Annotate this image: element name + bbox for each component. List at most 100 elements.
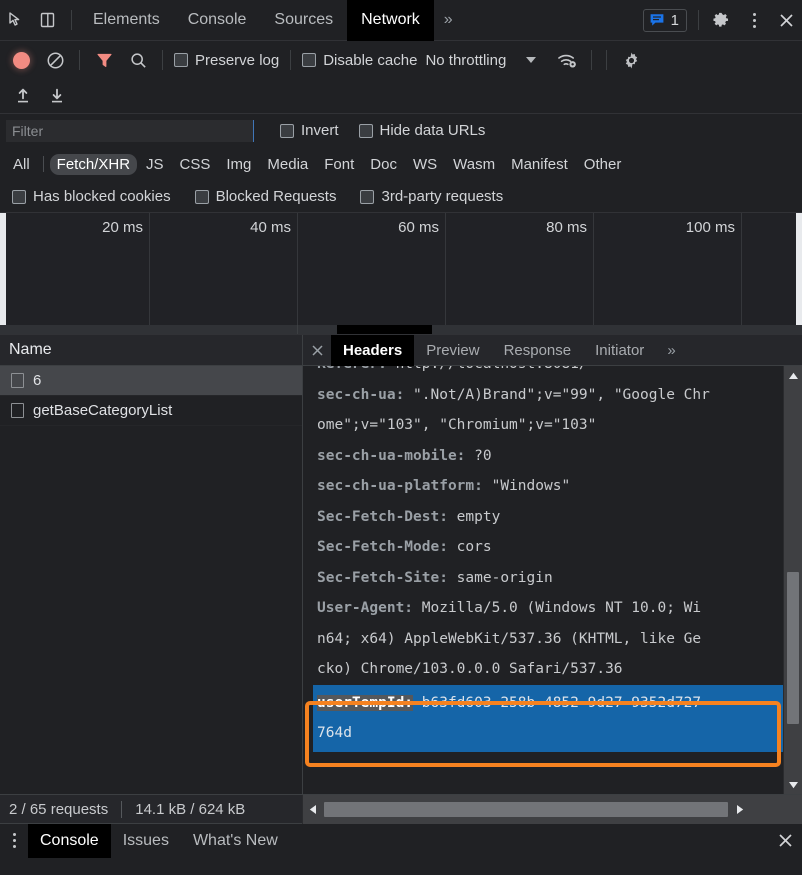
type-filter-wasm[interactable]: Wasm bbox=[446, 154, 502, 175]
devtools-window: Elements Console Sources Network » 1 Pre… bbox=[0, 0, 802, 875]
disable-cache-checkbox[interactable]: Disable cache bbox=[298, 52, 421, 69]
scroll-right-arrow-icon[interactable] bbox=[730, 795, 749, 824]
type-filter-ws[interactable]: WS bbox=[406, 154, 444, 175]
tab-preview[interactable]: Preview bbox=[414, 335, 491, 366]
more-vertical-icon[interactable] bbox=[0, 824, 28, 858]
preserve-log-checkbox[interactable]: Preserve log bbox=[170, 52, 283, 69]
horizontal-scrollbar[interactable] bbox=[302, 794, 802, 824]
blocked-requests-checkbox[interactable]: Blocked Requests bbox=[191, 188, 341, 205]
cursor-select-icon[interactable] bbox=[0, 4, 32, 36]
invert-label: Invert bbox=[301, 122, 339, 139]
record-circle-icon[interactable] bbox=[4, 43, 38, 77]
network-overview-timeline[interactable]: 20 ms 40 ms 60 ms 80 ms 100 ms bbox=[0, 213, 802, 335]
type-filter-manifest[interactable]: Manifest bbox=[504, 154, 575, 175]
has-blocked-cookies-checkbox[interactable]: Has blocked cookies bbox=[8, 188, 175, 205]
chevron-down-icon[interactable] bbox=[526, 57, 537, 63]
close-icon[interactable] bbox=[770, 4, 802, 36]
tab-initiator[interactable]: Initiator bbox=[583, 335, 656, 366]
disable-cache-box bbox=[302, 53, 317, 67]
import-har-icon[interactable] bbox=[6, 79, 40, 113]
header-value: empty bbox=[447, 508, 501, 525]
more-tabs-icon[interactable]: » bbox=[434, 0, 463, 41]
header-line-cont[interactable]: 764d bbox=[313, 718, 802, 752]
scroll-down-arrow-icon[interactable] bbox=[784, 775, 802, 794]
export-har-icon[interactable] bbox=[40, 79, 74, 113]
request-list-pane: Name 6 getBaseCategoryList bbox=[0, 335, 302, 794]
third-party-requests-label: 3rd-party requests bbox=[381, 188, 504, 205]
tab-response[interactable]: Response bbox=[492, 335, 584, 366]
type-filter-img[interactable]: Img bbox=[219, 154, 258, 175]
overview-left-handle[interactable] bbox=[0, 213, 6, 334]
third-party-requests-box bbox=[360, 189, 375, 204]
overview-tick-40ms: 40 ms bbox=[250, 219, 291, 236]
third-party-requests-checkbox[interactable]: 3rd-party requests bbox=[356, 188, 507, 205]
overview-tick-20ms: 20 ms bbox=[102, 219, 143, 236]
header-value: n64; x64) AppleWebKit/537.36 (KHTML, lik… bbox=[317, 630, 702, 647]
header-line: Referer: http://localhost:8081/ bbox=[317, 366, 802, 380]
search-icon[interactable] bbox=[121, 43, 155, 77]
type-filter-js[interactable]: JS bbox=[139, 154, 171, 175]
header-line: User-Agent: Mozilla/5.0 (Windows NT 10.0… bbox=[317, 593, 802, 624]
network-conditions-icon[interactable] bbox=[550, 43, 584, 77]
type-filter-row: All Fetch/XHR JS CSS Img Media Font Doc … bbox=[0, 147, 802, 181]
filter-input[interactable] bbox=[6, 119, 254, 142]
tab-console[interactable]: Console bbox=[174, 0, 261, 41]
header-value: http://localhost:8081/ bbox=[387, 366, 588, 372]
header-value: same-origin bbox=[447, 569, 553, 586]
blocked-requests-label: Blocked Requests bbox=[215, 188, 337, 205]
gear-icon[interactable] bbox=[706, 4, 738, 36]
request-column-header-name[interactable]: Name bbox=[0, 335, 302, 366]
type-filter-css[interactable]: CSS bbox=[173, 154, 218, 175]
drawer-tab-whats-new[interactable]: What's New bbox=[181, 824, 290, 858]
request-detail-pane: Headers Preview Response Initiator » Ref… bbox=[302, 334, 802, 794]
clear-no-entry-icon[interactable] bbox=[38, 43, 72, 77]
header-line: Sec-Fetch-Site: same-origin bbox=[317, 563, 802, 594]
type-filter-font[interactable]: Font bbox=[317, 154, 361, 175]
hide-data-urls-checkbox[interactable]: Hide data URLs bbox=[355, 122, 490, 139]
table-row[interactable]: 6 bbox=[0, 366, 302, 396]
type-filter-fetch-xhr[interactable]: Fetch/XHR bbox=[49, 153, 138, 175]
tab-sources[interactable]: Sources bbox=[260, 0, 347, 41]
message-badge[interactable]: 1 bbox=[642, 8, 687, 32]
scroll-left-arrow-icon[interactable] bbox=[303, 795, 322, 824]
drawer-tab-console[interactable]: Console bbox=[28, 823, 111, 858]
has-blocked-cookies-box bbox=[12, 189, 26, 204]
request-type-icon bbox=[11, 403, 24, 418]
header-name: userTempId: bbox=[317, 694, 414, 711]
message-badge-icon bbox=[649, 12, 665, 28]
more-vertical-icon[interactable] bbox=[738, 4, 770, 36]
close-icon[interactable] bbox=[768, 824, 802, 858]
header-line-usertempid[interactable]: userTempId: b63fd603-258b-4852-9d27-9352… bbox=[313, 684, 802, 718]
horizontal-scrollbar-thumb[interactable] bbox=[324, 801, 728, 817]
type-filter-doc[interactable]: Doc bbox=[363, 154, 404, 175]
table-row[interactable]: getBaseCategoryList bbox=[0, 396, 302, 426]
overview-tick-80ms: 80 ms bbox=[546, 219, 587, 236]
header-value: Mozilla/5.0 (Windows NT 10.0; Wi bbox=[413, 600, 702, 616]
tabbar-divider-2 bbox=[698, 10, 699, 30]
vertical-scrollbar[interactable] bbox=[783, 366, 802, 794]
detail-more-tabs-icon[interactable]: » bbox=[656, 342, 686, 359]
scroll-up-arrow-icon[interactable] bbox=[784, 366, 802, 385]
funnel-filter-icon[interactable] bbox=[87, 43, 121, 77]
type-filter-media[interactable]: Media bbox=[260, 154, 315, 175]
device-toolbar-icon[interactable] bbox=[32, 4, 64, 36]
overview-footer-strip bbox=[0, 325, 802, 334]
close-icon[interactable] bbox=[303, 335, 331, 366]
header-value: ".Not/A)Brand";v="99", "Google Chr bbox=[404, 386, 710, 403]
network-settings-gear-icon[interactable] bbox=[614, 43, 648, 77]
headers-body: Referer: http://localhost:8081/ sec-ch-u… bbox=[303, 366, 802, 794]
invert-checkbox[interactable]: Invert bbox=[276, 122, 343, 139]
vertical-scrollbar-thumb[interactable] bbox=[787, 572, 799, 724]
controls-divider-5 bbox=[606, 50, 608, 70]
tab-elements[interactable]: Elements bbox=[79, 0, 174, 41]
throttling-select[interactable]: No throttling bbox=[425, 52, 506, 69]
tab-headers[interactable]: Headers bbox=[331, 334, 415, 366]
overview-right-handle[interactable] bbox=[796, 213, 802, 334]
header-line: sec-ch-ua-platform: "Windows" bbox=[317, 471, 802, 502]
type-filter-all[interactable]: All bbox=[6, 154, 37, 175]
drawer-tab-issues[interactable]: Issues bbox=[111, 824, 181, 858]
type-filter-divider bbox=[42, 156, 44, 172]
type-filter-other[interactable]: Other bbox=[577, 154, 629, 175]
tab-network[interactable]: Network bbox=[347, 0, 434, 41]
status-divider bbox=[121, 800, 123, 818]
